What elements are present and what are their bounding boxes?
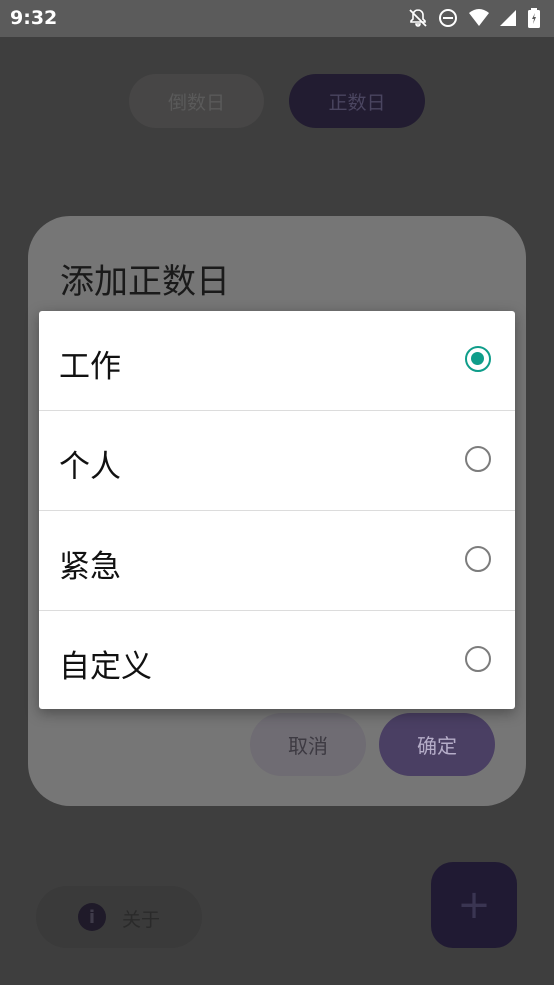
confirm-button[interactable]: 确定 xyxy=(379,713,495,776)
status-time: 9:32 xyxy=(10,7,58,29)
info-icon: i xyxy=(78,903,106,931)
option-work[interactable]: 工作 xyxy=(39,311,515,411)
option-label: 工作 xyxy=(59,349,121,385)
add-fab-button[interactable]: + xyxy=(431,862,517,948)
option-label: 个人 xyxy=(59,449,121,485)
status-icons xyxy=(408,8,540,28)
cancel-button[interactable]: 取消 xyxy=(250,713,366,776)
dialog-title: 添加正数日 xyxy=(60,262,230,302)
plus-icon: + xyxy=(457,882,491,928)
battery-icon xyxy=(528,8,540,28)
tab-countup[interactable]: 正数日 xyxy=(289,74,425,128)
option-custom[interactable]: 自定义 xyxy=(39,611,515,709)
status-bar: 9:32 xyxy=(0,0,554,37)
wifi-icon xyxy=(468,8,489,28)
radio-unselected-icon[interactable] xyxy=(465,646,491,672)
option-personal[interactable]: 个人 xyxy=(39,411,515,511)
category-select-popup: 工作 个人 紧急 自定义 xyxy=(39,311,515,709)
option-label: 自定义 xyxy=(59,649,152,685)
option-label: 紧急 xyxy=(59,549,121,585)
radio-unselected-icon[interactable] xyxy=(465,446,491,472)
about-button[interactable]: i 关于 xyxy=(36,886,202,948)
notifications-off-icon xyxy=(408,8,428,28)
tab-countdown[interactable]: 倒数日 xyxy=(129,74,264,128)
radio-unselected-icon[interactable] xyxy=(465,546,491,572)
about-label: 关于 xyxy=(122,909,161,931)
cellular-signal-icon xyxy=(498,8,518,28)
option-urgent[interactable]: 紧急 xyxy=(39,511,515,611)
do-not-disturb-icon xyxy=(438,8,458,28)
radio-selected-icon[interactable] xyxy=(465,346,491,372)
